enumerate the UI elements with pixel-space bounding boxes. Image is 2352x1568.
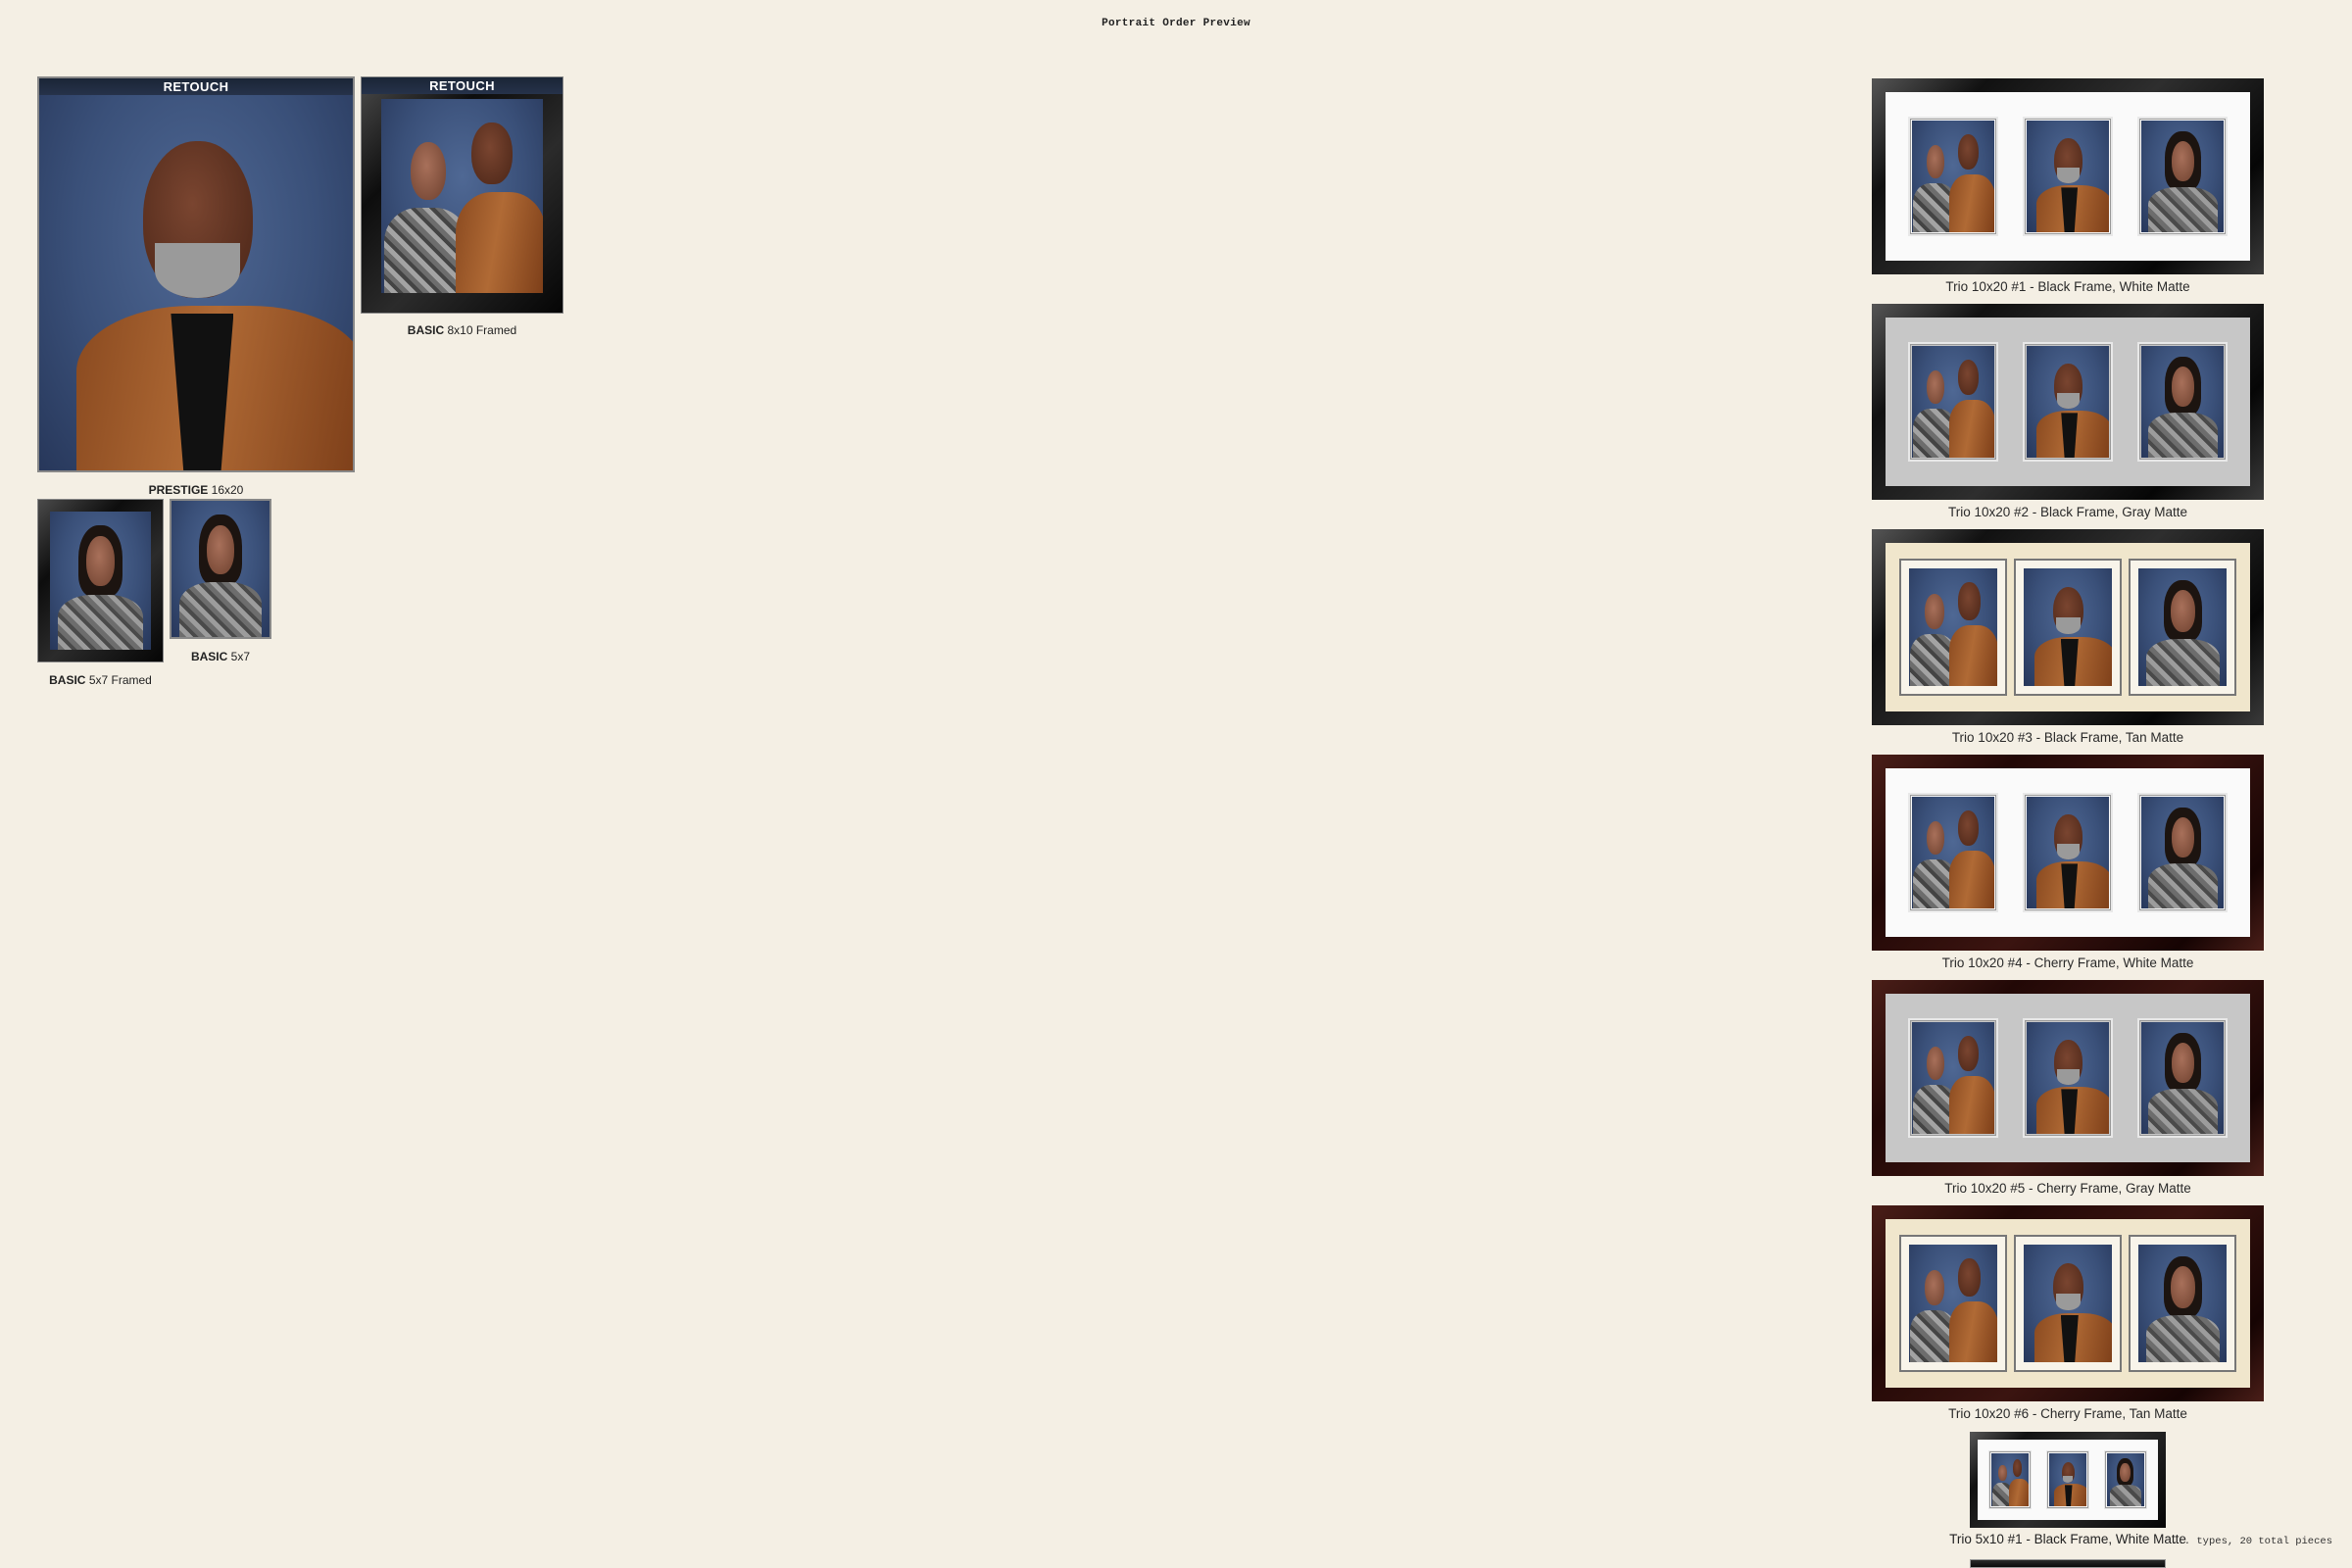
photo-opening (2103, 1450, 2147, 1509)
portrait-photo (2141, 121, 2225, 232)
couple-portrait (381, 99, 543, 293)
product-caption: BASIC 8x10 Framed (407, 323, 517, 337)
woman-portrait (2141, 1022, 2224, 1134)
trio-frame (1970, 1432, 2166, 1528)
man-portrait (2027, 797, 2109, 908)
product-prestige-16x20[interactable]: RETOUCH (37, 76, 355, 472)
trio-frame (1872, 980, 2264, 1176)
portrait-photo (170, 499, 271, 639)
product-caption: BASIC 5x7 (190, 650, 251, 663)
couple-portrait (1912, 797, 1994, 908)
portrait-photo (50, 512, 151, 650)
trio-matte (1886, 994, 2250, 1162)
man-portrait (39, 78, 353, 470)
retouch-label: RETOUCH (39, 78, 353, 95)
portrait-photo (2138, 1245, 2228, 1362)
trio-caption: Trio 10x20 #5 - Cherry Frame, Gray Matte (1944, 1181, 2191, 1196)
photo-opening (1907, 793, 1998, 912)
photo-opening (1907, 1018, 1998, 1138)
photo-opening (2137, 1018, 2229, 1138)
trio-5x10-product[interactable] (1970, 1432, 2166, 1528)
couple-portrait (1912, 1022, 1994, 1134)
photo-opening (2013, 559, 2122, 696)
woman-portrait (172, 501, 270, 637)
portrait-photo (2023, 568, 2112, 686)
photo-opening (1907, 117, 1998, 236)
couple-portrait (1909, 568, 1997, 686)
photo-opening (1988, 1450, 2033, 1509)
man-portrait (2027, 121, 2109, 232)
product-basic-5x7[interactable] (170, 499, 271, 639)
photo-opening (2013, 1235, 2122, 1372)
product-caption: PRESTIGE 16x20 (148, 483, 244, 497)
photo-opening (2129, 1235, 2237, 1372)
portrait-photo (2141, 797, 2225, 908)
portrait-photo (1908, 568, 1997, 686)
photo-opening (1898, 1235, 2007, 1372)
woman-portrait (2141, 346, 2224, 458)
trio-caption: Trio 10x20 #6 - Cherry Frame, Tan Matte (1948, 1406, 2187, 1421)
couple-portrait (1909, 1245, 1997, 1362)
trio-matte (1886, 1219, 2250, 1388)
portrait-photo (1911, 1022, 1994, 1134)
trio-frame (1872, 529, 2264, 725)
product-caption: BASIC 5x7 Framed (49, 673, 152, 687)
photo-opening (2022, 342, 2113, 462)
trio-frame (1872, 755, 2264, 951)
woman-portrait (50, 512, 151, 650)
trio-matte (1978, 1440, 2158, 1520)
portrait-photo (2023, 1245, 2112, 1362)
portrait-photo (2026, 797, 2109, 908)
couple-portrait (1912, 346, 1994, 458)
portrait-photo (381, 99, 543, 293)
product-basic-5x7-framed[interactable] (37, 499, 164, 662)
woman-portrait (2141, 121, 2224, 232)
man-portrait (2027, 1022, 2109, 1134)
woman-portrait (2138, 568, 2227, 686)
photo-opening (2129, 559, 2237, 696)
photo-opening (2022, 117, 2113, 236)
portrait-photo (1911, 346, 1994, 458)
portrait-photo (1911, 797, 1994, 908)
woman-portrait (2141, 797, 2224, 908)
portrait-photo (2138, 568, 2228, 686)
photo-opening (2022, 793, 2113, 912)
order-summary: ... types, 20 total pieces (2172, 1536, 2332, 1547)
photo-opening (1898, 559, 2007, 696)
photo-opening (2137, 117, 2229, 236)
next-product-peek (1970, 1559, 2166, 1568)
trio-frame (1872, 78, 2264, 274)
portrait-photo (2026, 1022, 2109, 1134)
portrait-photo (2141, 1022, 2225, 1134)
trio-caption: Trio 10x20 #3 - Black Frame, Tan Matte (1951, 730, 2184, 745)
trio-caption: Trio 10x20 #4 - Cherry Frame, White Matt… (1941, 956, 2194, 970)
couple-portrait (1912, 121, 1994, 232)
trio-frame (1872, 304, 2264, 500)
trio-matte (1886, 318, 2250, 486)
photo-opening (1907, 342, 1998, 462)
woman-portrait (2138, 1245, 2227, 1362)
photo-opening (2137, 342, 2229, 462)
retouch-label: RETOUCH (362, 77, 563, 94)
portrait-photo (2026, 346, 2109, 458)
product-basic-8x10-framed[interactable]: RETOUCH (361, 76, 564, 314)
photo-opening (2022, 1018, 2113, 1138)
trio-frame (1872, 1205, 2264, 1401)
trio-matte (1886, 543, 2250, 711)
portrait-photo (2026, 121, 2109, 232)
man-portrait (2027, 346, 2109, 458)
trio-caption: Trio 10x20 #1 - Black Frame, White Matte (1945, 279, 2190, 294)
photo-opening (2137, 793, 2229, 912)
trio-caption: Trio 10x20 #2 - Black Frame, Gray Matte (1947, 505, 2188, 519)
portrait-photo (1908, 1245, 1997, 1362)
portrait-photo (2141, 346, 2225, 458)
photo-opening (2045, 1450, 2089, 1509)
portrait-photo: RETOUCH (37, 76, 355, 472)
portrait-photo (1911, 121, 1994, 232)
page-title: Portrait Order Preview (1102, 18, 1250, 29)
trio-matte (1886, 768, 2250, 937)
trio-matte (1886, 92, 2250, 261)
man-portrait (2024, 1245, 2112, 1362)
man-portrait (2024, 568, 2112, 686)
